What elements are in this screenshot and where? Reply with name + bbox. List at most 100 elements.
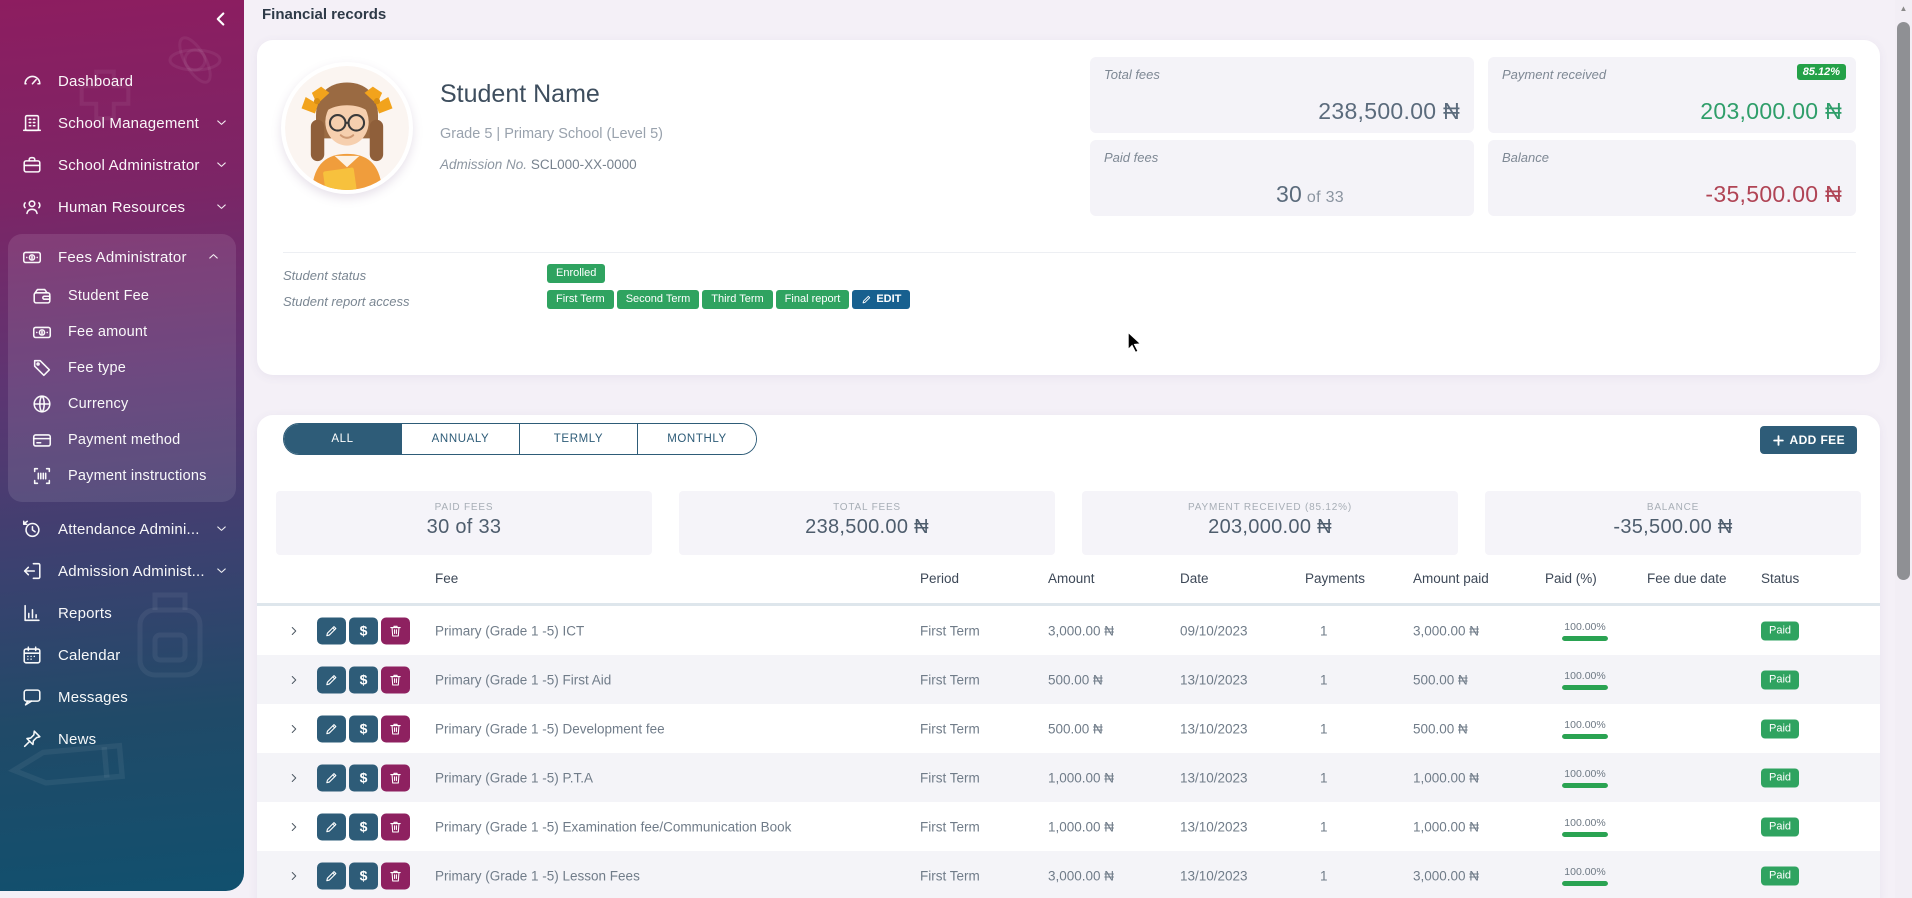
student-status-label: Student status xyxy=(283,268,366,283)
status-badge-paid: Paid xyxy=(1761,670,1799,689)
pay-fee-button[interactable]: $ xyxy=(349,715,378,742)
column-header-period: Period xyxy=(920,571,959,586)
cell-period: First Term xyxy=(920,623,980,638)
edit-fee-button[interactable] xyxy=(317,764,346,791)
pay-fee-button[interactable]: $ xyxy=(349,764,378,791)
pay-fee-button[interactable]: $ xyxy=(349,617,378,644)
sidebar-item-label: Student Fee xyxy=(68,288,222,304)
tab-annualy[interactable]: ANNUALY xyxy=(402,424,520,454)
sidebar-item-label: School Management xyxy=(58,115,214,132)
cell-payments: 1 xyxy=(1320,721,1328,736)
tag-icon xyxy=(30,357,54,379)
cell-payments: 1 xyxy=(1320,623,1328,638)
pay-fee-button[interactable]: $ xyxy=(349,862,378,889)
sidebar-item-attendance-admini[interactable]: Attendance Admini... xyxy=(0,508,244,550)
sidebar-item-payment-method[interactable]: Payment method xyxy=(8,422,236,458)
sidebar-item-messages[interactable]: Messages xyxy=(0,676,244,718)
sidebar: Dashboard School Management School Admin… xyxy=(0,0,244,891)
paid-fees-label: Paid fees xyxy=(1104,150,1460,165)
cell-amount: 1,000.00 ₦ xyxy=(1048,770,1114,785)
student-avatar xyxy=(281,62,413,194)
sidebar-item-fee-amount[interactable]: Fee amount xyxy=(8,314,236,350)
row-expander-chevron[interactable] xyxy=(287,624,301,638)
delete-fee-button[interactable] xyxy=(381,764,410,791)
cell-fee: Primary (Grade 1 -5) ICT xyxy=(435,623,584,638)
paid-fees-value: 30 of 33 xyxy=(1276,181,1344,208)
student-grade-line: Grade 5 | Primary School (Level 5) xyxy=(440,126,663,142)
sidebar-item-fee-type[interactable]: Fee type xyxy=(8,350,236,386)
tab-monthly[interactable]: MONTHLY xyxy=(638,424,756,454)
table-row-primary-grade-1-5-first-aid: $ Primary (Grade 1 -5) First Aid First T… xyxy=(257,655,1880,704)
column-header-date: Date xyxy=(1180,571,1209,586)
cell-payments: 1 xyxy=(1320,819,1328,834)
table-row-primary-grade-1-5-ict: $ Primary (Grade 1 -5) ICT First Term 3,… xyxy=(257,606,1880,655)
row-expander-chevron[interactable] xyxy=(287,673,301,687)
calendar-icon xyxy=(20,643,44,667)
sidebar-item-news[interactable]: News xyxy=(0,718,244,760)
edit-fee-button[interactable] xyxy=(317,715,346,742)
delete-fee-button[interactable] xyxy=(381,862,410,889)
row-expander-chevron[interactable] xyxy=(287,771,301,785)
add-fee-button[interactable]: ADD FEE xyxy=(1760,426,1857,454)
sidebar-item-admission-administ[interactable]: Admission Administ... xyxy=(0,550,244,592)
column-header-amount: Amount xyxy=(1048,571,1095,586)
tab-all[interactable]: ALL xyxy=(284,424,402,454)
vertical-scrollbar[interactable]: ▲ xyxy=(1895,0,1912,898)
balance-value: -35,500.00 ₦ xyxy=(1705,181,1842,208)
summary-card-total-fees: TOTAL FEES238,500.00 ₦ xyxy=(679,491,1055,555)
paid-progress-bar xyxy=(1562,734,1608,739)
sidebar-item-student-fee[interactable]: Student Fee xyxy=(8,278,236,314)
sidebar-item-reports[interactable]: Reports xyxy=(0,592,244,634)
delete-fee-button[interactable] xyxy=(381,666,410,693)
student-status-badges: Enrolled xyxy=(547,264,605,283)
pay-fee-button[interactable]: $ xyxy=(349,666,378,693)
row-expander-chevron[interactable] xyxy=(287,722,301,736)
edit-fee-button[interactable] xyxy=(317,862,346,889)
sidebar-item-label: Payment method xyxy=(68,432,222,448)
sidebar-item-label: Admission Administ... xyxy=(58,563,214,580)
sidebar-item-currency[interactable]: Currency xyxy=(8,386,236,422)
cell-amount: 500.00 ₦ xyxy=(1048,672,1103,687)
sidebar-item-label: Calendar xyxy=(58,647,230,664)
sidebar-item-payment-instructions[interactable]: Payment instructions xyxy=(8,458,236,494)
sidebar-item-human-resources[interactable]: Human Resources xyxy=(0,186,244,228)
delete-fee-button[interactable] xyxy=(381,813,410,840)
chevron-down-icon xyxy=(214,521,230,537)
edit-fee-button[interactable] xyxy=(317,617,346,644)
delete-fee-button[interactable] xyxy=(381,617,410,644)
cell-amount-paid: 500.00 ₦ xyxy=(1413,672,1468,687)
globe-icon xyxy=(30,393,54,415)
cell-date: 13/10/2023 xyxy=(1180,672,1248,687)
admission-icon xyxy=(20,559,44,583)
sidebar-item-fees-administrator[interactable]: Fees Administrator xyxy=(8,236,236,278)
pencil-icon xyxy=(861,294,872,305)
edit-fee-button[interactable] xyxy=(317,666,346,693)
summary-card-paid-fees: PAID FEES30 of 33 xyxy=(276,491,652,555)
sidebar-item-dashboard[interactable]: Dashboard xyxy=(0,60,244,102)
fees-card: ALLANNUALYTERMLYMONTHLY ADD FEE PAID FEE… xyxy=(257,415,1880,898)
sidebar-item-school-administrator[interactable]: School Administrator xyxy=(0,144,244,186)
sidebar-item-calendar[interactable]: Calendar xyxy=(0,634,244,676)
tab-termly[interactable]: TERMLY xyxy=(520,424,638,454)
status-badge-paid: Paid xyxy=(1761,866,1799,885)
report-badge-second-term: Second Term xyxy=(617,290,700,309)
attendance-icon xyxy=(20,517,44,541)
row-expander-chevron[interactable] xyxy=(287,869,301,883)
cell-paid-percent: 100.00% xyxy=(1545,670,1625,690)
row-expander-chevron[interactable] xyxy=(287,820,301,834)
cell-paid-percent: 100.00% xyxy=(1545,768,1625,788)
chevron-down-icon xyxy=(214,157,230,173)
total-fees-label: Total fees xyxy=(1104,67,1460,82)
edit-report-access-button[interactable]: EDIT xyxy=(852,290,910,309)
cell-fee: Primary (Grade 1 -5) Lesson Fees xyxy=(435,868,640,883)
scrollbar-up-arrow[interactable]: ▲ xyxy=(1895,4,1912,13)
cell-period: First Term xyxy=(920,868,980,883)
status-badge: Enrolled xyxy=(547,264,605,283)
edit-fee-button[interactable] xyxy=(317,813,346,840)
scrollbar-thumb[interactable] xyxy=(1897,22,1910,580)
sidebar-collapse-button[interactable] xyxy=(210,8,234,32)
delete-fee-button[interactable] xyxy=(381,715,410,742)
payment-received-percent-badge: 85.12% xyxy=(1797,64,1846,80)
pay-fee-button[interactable]: $ xyxy=(349,813,378,840)
sidebar-item-school-management[interactable]: School Management xyxy=(0,102,244,144)
